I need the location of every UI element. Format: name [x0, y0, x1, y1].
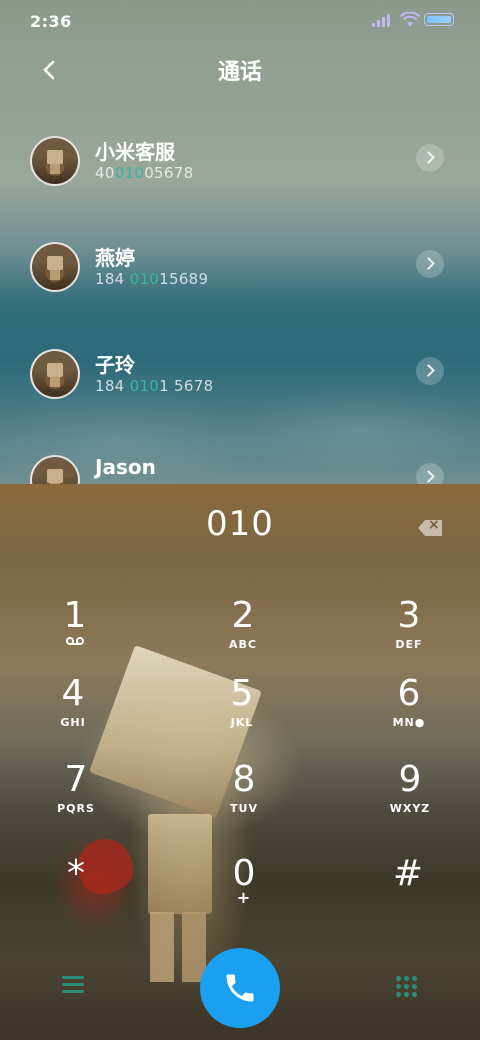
contact-row[interactable]: 小米客服 4001005678 — [0, 136, 480, 216]
battery-icon — [424, 13, 454, 26]
key-8[interactable]: 8 TUV — [184, 760, 304, 838]
key-3[interactable]: 3 DEF — [349, 596, 469, 674]
avatar — [30, 349, 80, 399]
key-7[interactable]: 7 PQRS — [16, 760, 136, 838]
dialer-bottom-bar — [0, 948, 480, 1040]
chevron-right-icon[interactable] — [416, 357, 444, 385]
menu-icon[interactable] — [62, 976, 84, 994]
key-0[interactable]: 0 + — [184, 854, 304, 932]
key-4[interactable]: 4 GHI — [13, 674, 133, 752]
avatar — [30, 455, 80, 484]
key-hash[interactable]: # — [348, 854, 468, 932]
chevron-right-icon[interactable] — [416, 463, 444, 484]
key-9[interactable]: 9 WXYZ — [350, 760, 470, 838]
voicemail-icon — [66, 637, 84, 645]
avatar — [30, 242, 80, 292]
wifi-icon — [400, 12, 420, 27]
status-time: 2:36 — [30, 12, 72, 31]
phone-icon — [226, 974, 254, 1002]
status-bar: 2:36 — [0, 0, 480, 40]
key-star[interactable]: * — [16, 854, 136, 932]
key-5[interactable]: 5 JKL — [182, 674, 302, 752]
signal-icon — [372, 13, 398, 27]
contact-row[interactable]: Jason — [0, 455, 480, 484]
chevron-right-icon[interactable] — [416, 144, 444, 172]
page-title: 通话 — [217, 60, 262, 85]
chevron-right-icon[interactable] — [416, 250, 444, 278]
key-2[interactable]: 2 ABC — [183, 596, 303, 674]
contact-name: 燕婷 — [95, 246, 135, 270]
title-bar: 通话 — [0, 48, 480, 92]
dialpad-icon[interactable] — [396, 976, 418, 998]
call-button[interactable] — [200, 948, 280, 1028]
contact-row[interactable]: 燕婷 184 01015689 — [0, 242, 480, 322]
contact-number: 4001005678 — [95, 164, 194, 182]
contact-name: 小米客服 — [95, 140, 175, 164]
dial-input[interactable]: 010 — [0, 504, 480, 554]
contact-number: 184 01015689 — [95, 270, 209, 288]
key-1[interactable]: 1 — [15, 596, 135, 674]
recent-calls-panel: 2:36 通话 小米客服 4001005678 燕婷 184 01015689 — [0, 0, 480, 484]
avatar — [30, 136, 80, 186]
contact-number: 184 0101 5678 — [95, 377, 214, 395]
contact-name: 子玲 — [95, 353, 135, 377]
key-6[interactable]: 6 MN● — [349, 674, 469, 752]
contact-name: Jason — [95, 455, 156, 479]
contact-row[interactable]: 子玲 184 0101 5678 — [0, 349, 480, 429]
